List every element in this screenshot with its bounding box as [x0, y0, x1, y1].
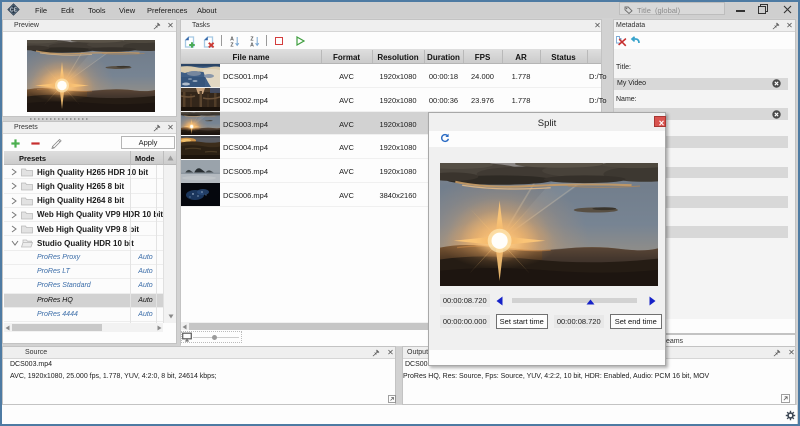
svg-text:A: A: [250, 42, 254, 47]
svg-text:Z: Z: [230, 42, 234, 47]
svg-text:CE: CE: [10, 7, 18, 13]
